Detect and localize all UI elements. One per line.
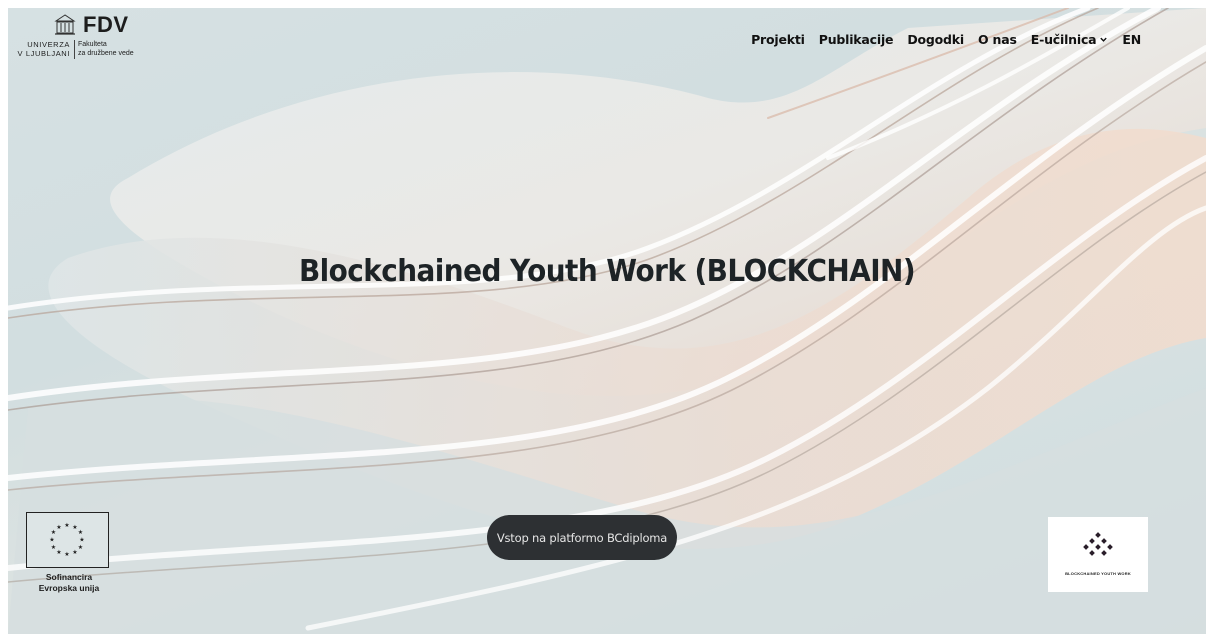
- logo-faculty-text: Fakulteta za družbene vede: [78, 40, 158, 58]
- logo-university-text: UNIVERZA V LJUBLJANI: [8, 40, 70, 58]
- logo-fdv-text: FDV: [83, 12, 129, 37]
- logo-divider: [74, 40, 75, 59]
- svg-text:★: ★: [72, 549, 77, 556]
- nav-item-o-nas[interactable]: O nas: [978, 32, 1017, 47]
- svg-text:★: ★: [49, 537, 54, 544]
- svg-text:★: ★: [64, 522, 69, 529]
- eu-text-line-1: Sofinancira: [45, 572, 93, 582]
- logo-university-line-2: V LJUBLJANI: [17, 49, 70, 58]
- hero-section: FDV UNIVERZA V LJUBLJANI Fakulteta za dr…: [8, 8, 1206, 634]
- nav-item-projekti[interactable]: Projekti: [751, 32, 805, 47]
- svg-text:★: ★: [51, 544, 56, 551]
- eu-cofunding-text: Sofinancira Evropska unija: [23, 572, 115, 594]
- eu-flag: ★ ★ ★ ★ ★ ★ ★ ★ ★ ★ ★ ★: [26, 512, 109, 568]
- eu-text-line-2: Evropska unija: [38, 583, 100, 593]
- nav-item-publikacije[interactable]: Publikacije: [819, 32, 894, 47]
- svg-text:★: ★: [78, 529, 83, 536]
- blockchained-youth-work-logo[interactable]: BLOCKCHAINED YOUTH WORK: [1048, 517, 1148, 592]
- eu-cofunding-logo: ★ ★ ★ ★ ★ ★ ★ ★ ★ ★ ★ ★ Sofinancira Evro…: [23, 511, 115, 601]
- bcdiploma-platform-button[interactable]: Vstop na platformo BCdiploma: [487, 515, 677, 560]
- svg-text:★: ★: [79, 537, 84, 544]
- nav-item-dogodki[interactable]: Dogodki: [907, 32, 964, 47]
- svg-text:★: ★: [64, 551, 69, 558]
- logo-university-line-1: UNIVERZA: [27, 40, 70, 49]
- eu-stars-icon: ★ ★ ★ ★ ★ ★ ★ ★ ★ ★ ★ ★: [49, 522, 84, 558]
- svg-text:★: ★: [56, 549, 61, 556]
- logo-faculty-line-2: za družbene vede: [78, 50, 134, 57]
- fdv-logo[interactable]: FDV UNIVERZA V LJUBLJANI Fakulteta za dr…: [8, 12, 158, 74]
- language-switch-en[interactable]: EN: [1122, 32, 1141, 47]
- logo-faculty-line-1: Fakulteta: [78, 41, 107, 48]
- nav-item-e-ucilnica[interactable]: E-učilnica: [1031, 32, 1109, 47]
- svg-text:★: ★: [56, 524, 61, 531]
- blockchain-dots-icon: [1083, 532, 1113, 556]
- badge-caption: BLOCKCHAINED YOUTH WORK: [1065, 571, 1131, 576]
- nav-item-e-ucilnica-label: E-učilnica: [1030, 32, 1097, 47]
- main-nav: Projekti Publikacije Dogodki O nas E-uči…: [751, 32, 1141, 47]
- svg-text:★: ★: [78, 544, 83, 551]
- page-title: Blockchained Youth Work (BLOCKCHAIN): [298, 254, 916, 289]
- chevron-down-icon: [1100, 37, 1108, 42]
- university-building-icon: [54, 14, 76, 35]
